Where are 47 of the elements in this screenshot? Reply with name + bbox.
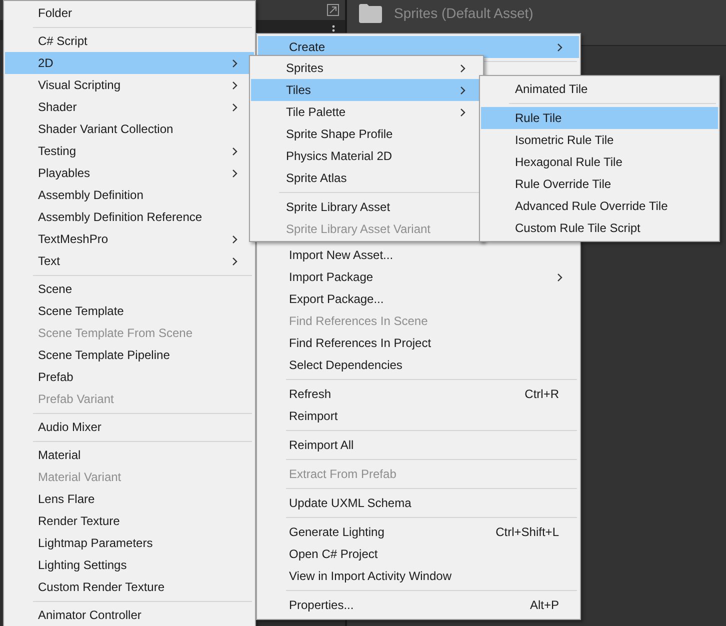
menu-item[interactable]: Reimport All xyxy=(258,434,579,456)
menu-item[interactable]: Isometric Rule Tile xyxy=(481,129,718,151)
folder-icon xyxy=(358,3,383,24)
menu-item[interactable]: Folder xyxy=(5,2,254,24)
menu-item[interactable]: Prefab xyxy=(5,366,254,388)
menu-item[interactable]: Advanced Rule Override Tile xyxy=(481,195,718,217)
menu-item[interactable]: Lighting Settings xyxy=(5,554,254,576)
menu-item[interactable]: Update UXML Schema xyxy=(258,492,579,514)
menu-item[interactable]: Import New Asset... xyxy=(258,244,579,266)
asset-title: Sprites (Default Asset) xyxy=(394,4,534,23)
menu-item[interactable]: View in Import Activity Window xyxy=(258,565,579,587)
menu-item[interactable]: Export Package... xyxy=(258,288,579,310)
menu-item[interactable]: Scene Template xyxy=(5,300,254,322)
menu-item[interactable]: Tile Palette xyxy=(251,101,482,123)
menu-item[interactable]: Scene xyxy=(5,278,254,300)
menu-item[interactable]: Rule Override Tile xyxy=(481,173,718,195)
menu-item[interactable]: Audio Mixer xyxy=(5,416,254,438)
menu-item[interactable]: Properties... Alt+P xyxy=(258,594,579,616)
menu-item[interactable]: Text xyxy=(5,250,254,272)
menu-item[interactable]: Scene Template Pipeline xyxy=(5,344,254,366)
menu-item[interactable]: Material xyxy=(5,444,254,466)
menu-item[interactable]: Render Texture xyxy=(5,510,254,532)
menu-item[interactable]: Find References In Project xyxy=(258,332,579,354)
menu-item[interactable]: Sprites xyxy=(251,57,482,79)
menu-item[interactable]: Tiles xyxy=(251,79,482,101)
menu-item[interactable]: 2D xyxy=(5,52,254,74)
menu-item[interactable]: Custom Rule Tile Script xyxy=(481,217,718,239)
menu-item[interactable]: Rule Tile xyxy=(481,107,718,129)
menu-item[interactable]: Sprite Library Asset xyxy=(251,196,482,218)
menu-item[interactable]: Animated Tile xyxy=(481,78,718,100)
menu-item[interactable]: Sprite Shape Profile xyxy=(251,123,482,145)
menu-item[interactable]: Animator Controller xyxy=(5,604,254,626)
menu-item[interactable]: Generate Lighting Ctrl+Shift+L xyxy=(258,521,579,543)
menu-item[interactable]: Reimport xyxy=(258,405,579,427)
menu-item[interactable]: Refresh Ctrl+R xyxy=(258,383,579,405)
menu-item[interactable]: Select Dependencies xyxy=(258,354,579,376)
menu-item[interactable]: C# Script xyxy=(5,30,254,52)
menu-item[interactable]: Custom Render Texture xyxy=(5,576,254,598)
menu-item[interactable]: Hexagonal Rule Tile xyxy=(481,151,718,173)
maximize-icon[interactable] xyxy=(327,4,339,16)
menu-item[interactable]: Sprite Atlas xyxy=(251,167,482,189)
menu-item[interactable]: Open C# Project xyxy=(258,543,579,565)
menu-item[interactable]: Lightmap Parameters xyxy=(5,532,254,554)
menu-item[interactable]: Physics Material 2D xyxy=(251,145,482,167)
menu-item[interactable]: Lens Flare xyxy=(5,488,254,510)
menu-item[interactable]: Import Package xyxy=(258,266,579,288)
menu-item[interactable]: Create xyxy=(258,36,579,58)
